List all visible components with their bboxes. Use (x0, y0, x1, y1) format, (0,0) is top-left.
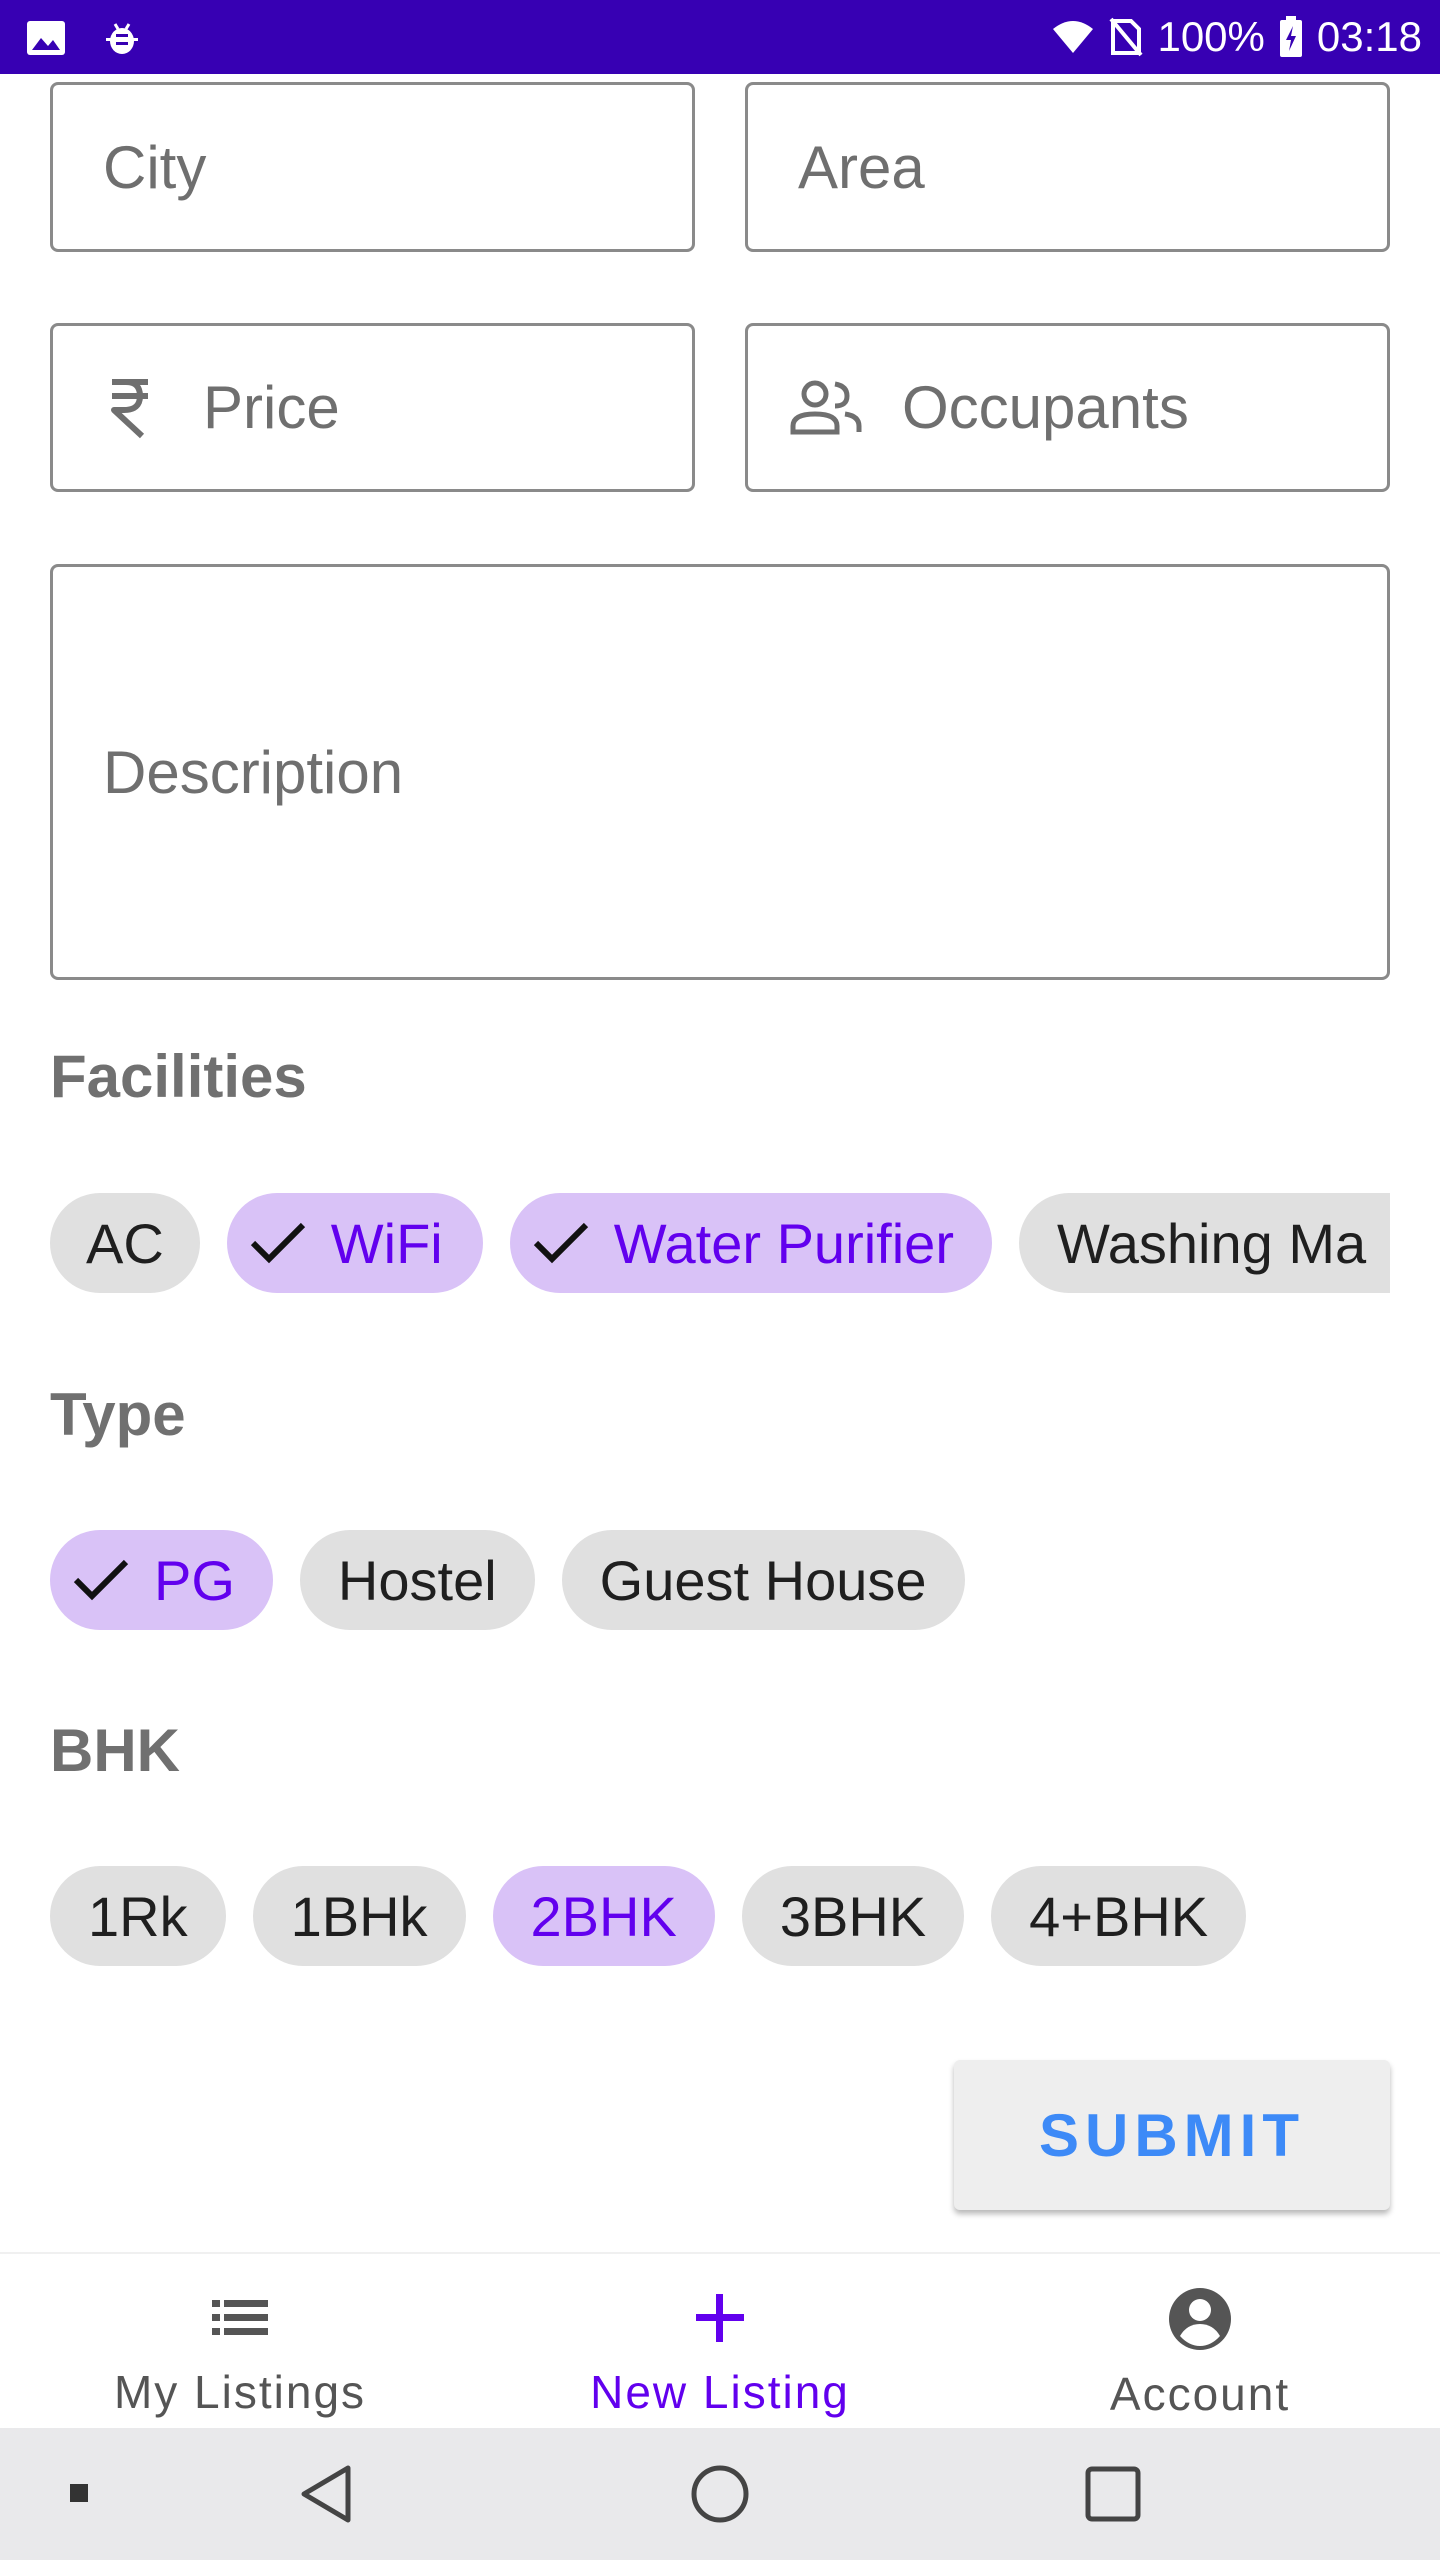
description-field[interactable]: Description (50, 564, 1390, 980)
chip-ac[interactable]: AC (50, 1193, 200, 1293)
chip-label: Water Purifier (613, 1211, 954, 1275)
home-icon[interactable] (690, 2464, 750, 2529)
occupants-field[interactable]: Occupants (745, 323, 1390, 492)
wifi-icon (1051, 19, 1095, 55)
type-label: Type (50, 1381, 186, 1448)
nav-item-my-listings[interactable]: My Listings (0, 2254, 480, 2428)
chip-1rk[interactable]: 1Rk (50, 1866, 226, 1966)
chip-pg[interactable]: PG (50, 1530, 273, 1630)
bhk-label: BHK (50, 1717, 180, 1784)
chip-water-purifier[interactable]: Water Purifier (509, 1193, 992, 1293)
chip-1bhk[interactable]: 1BHk (252, 1866, 466, 1966)
recents-icon[interactable] (1085, 2466, 1141, 2527)
city-field[interactable]: City (50, 82, 695, 252)
image-icon (26, 20, 66, 56)
nav-item-account[interactable]: Account (960, 2254, 1440, 2428)
system-navigation-bar (0, 2428, 1440, 2560)
occupants-placeholder: Occupants (902, 374, 1189, 441)
chip-label: AC (86, 1211, 164, 1275)
back-icon[interactable] (298, 2464, 354, 2529)
nav-item-new-listing[interactable]: New Listing (480, 2254, 960, 2428)
price-placeholder: Price (203, 374, 340, 441)
chip-label: 2BHK (530, 1884, 677, 1948)
chip-label: 1BHk (290, 1884, 428, 1948)
check-icon (532, 1221, 590, 1265)
area-field[interactable]: Area (745, 82, 1390, 252)
bhk-chip-group: 1Rk 1BHk 2BHK 3BHK 4+BHK (50, 1866, 1247, 1966)
chip-wifi[interactable]: WiFi (226, 1193, 483, 1293)
chip-label: WiFi (330, 1211, 443, 1275)
chip-3bhk[interactable]: 3BHK (741, 1866, 965, 1966)
chip-label: 3BHK (779, 1884, 927, 1948)
plus-icon (688, 2286, 752, 2355)
description-placeholder: Description (103, 738, 404, 806)
list-icon (208, 2286, 272, 2355)
nav-label: Account (1109, 2368, 1291, 2420)
type-chip-group: PG Hostel Guest House (50, 1530, 965, 1630)
no-sim-icon (1109, 17, 1144, 57)
nav-label: New Listing (590, 2366, 850, 2418)
bottom-navigation: My Listings New Listing Account (0, 2252, 1440, 2428)
chip-label: Washing Ma (1056, 1211, 1367, 1275)
android-debug-icon (102, 18, 142, 58)
facilities-chip-group: AC WiFi Water Purifier Washing Ma (50, 1193, 1390, 1293)
chip-4plus-bhk[interactable]: 4+BHK (991, 1866, 1247, 1966)
facilities-label: Facilities (50, 1043, 307, 1110)
check-icon (72, 1558, 130, 1602)
chip-label: 4+BHK (1029, 1884, 1209, 1948)
check-icon (249, 1221, 307, 1265)
account-circle-icon (1167, 2286, 1233, 2357)
battery-charging-icon (1279, 16, 1303, 58)
status-bar: 100% 03:18 (0, 0, 1440, 74)
chip-2bhk[interactable]: 2BHK (492, 1866, 715, 1966)
battery-level: 100% (1157, 13, 1265, 60)
chip-label: 1Rk (88, 1884, 188, 1948)
chip-washing-machine[interactable]: Washing Ma (1018, 1193, 1390, 1293)
clock: 03:18 (1316, 13, 1422, 60)
chip-guest-house[interactable]: Guest House (561, 1530, 965, 1630)
chip-label: Hostel (337, 1548, 497, 1612)
city-placeholder: City (103, 133, 207, 201)
people-icon (788, 380, 864, 436)
chip-label: PG (154, 1548, 235, 1612)
area-placeholder: Area (798, 133, 925, 201)
submit-button[interactable]: SUBMIT (954, 2060, 1390, 2210)
small-square-icon (70, 2484, 88, 2507)
price-field[interactable]: Price (50, 323, 695, 492)
chip-label: Guest House (599, 1548, 927, 1612)
rupee-icon (103, 376, 157, 440)
nav-label: My Listings (113, 2366, 367, 2418)
chip-hostel[interactable]: Hostel (299, 1530, 535, 1630)
